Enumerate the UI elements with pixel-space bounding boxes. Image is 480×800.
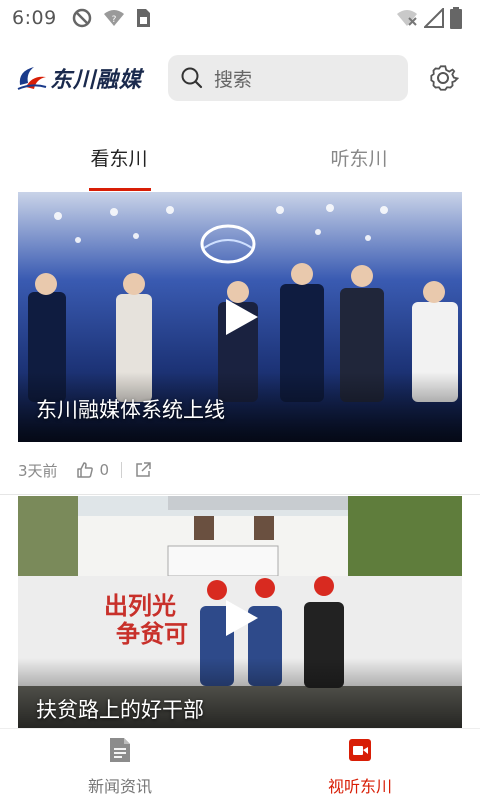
like-button[interactable]: 0: [76, 461, 110, 479]
list-divider: [0, 494, 480, 495]
sim-card-icon: [136, 9, 150, 27]
nav-news-label: 新闻资讯: [87, 777, 152, 796]
share-icon[interactable]: [134, 461, 152, 479]
search-bar[interactable]: 搜索: [168, 55, 408, 101]
thumbs-up-icon: [76, 462, 93, 478]
logo-icon: [17, 67, 47, 90]
battery-icon: [450, 7, 462, 29]
wifi-off-icon: [397, 10, 417, 26]
status-bar: 6:09 ?: [0, 0, 480, 36]
video-card[interactable]: 出列光 争贫可 扶贫路上的好干部: [18, 496, 462, 728]
nav-news[interactable]: 新闻资讯: [60, 729, 180, 800]
gear-icon[interactable]: [427, 62, 459, 94]
document-icon: [110, 738, 130, 762]
tab-listen-dongchuan[interactable]: 听东川: [312, 144, 406, 171]
video-title: 东川融媒体系统上线: [36, 398, 225, 422]
app-logo[interactable]: 东川融媒: [16, 62, 142, 94]
app-header: 东川融媒 搜索: [0, 54, 480, 104]
play-icon[interactable]: [218, 596, 262, 640]
play-icon[interactable]: [218, 295, 262, 339]
video-meta: 3天前 0: [18, 456, 152, 484]
status-left-icons: ?: [71, 7, 151, 29]
bottom-navigation: 新闻资讯 视听东川: [0, 728, 480, 800]
like-count: 0: [99, 461, 110, 479]
nav-video-label: 视听东川: [327, 777, 392, 796]
tab-active-indicator: [89, 188, 151, 191]
svg-text:出列光: 出列光: [104, 592, 176, 620]
svg-text:争贫可: 争贫可: [116, 620, 188, 648]
search-placeholder: 搜索: [214, 68, 253, 91]
status-time: 6:09: [12, 7, 57, 29]
tab-watch-dongchuan[interactable]: 看东川: [72, 144, 166, 171]
video-camera-icon: [349, 739, 371, 761]
svg-text:?: ?: [111, 15, 116, 25]
nav-video[interactable]: 视听东川: [300, 729, 420, 800]
video-title: 扶贫路上的好干部: [36, 698, 204, 722]
video-card[interactable]: 东川融媒体系统上线: [18, 192, 462, 442]
logo-text: 东川融媒: [50, 67, 143, 93]
video-time-ago: 3天前: [18, 461, 58, 480]
wifi-question-icon: ?: [103, 10, 124, 26]
sync-off-icon: [72, 8, 91, 28]
meta-separator: [121, 462, 123, 478]
status-right-icons: [396, 7, 462, 29]
search-icon: [181, 67, 203, 89]
content-tabs: 看东川 听东川: [0, 128, 480, 192]
cell-signal-icon: [424, 8, 444, 28]
